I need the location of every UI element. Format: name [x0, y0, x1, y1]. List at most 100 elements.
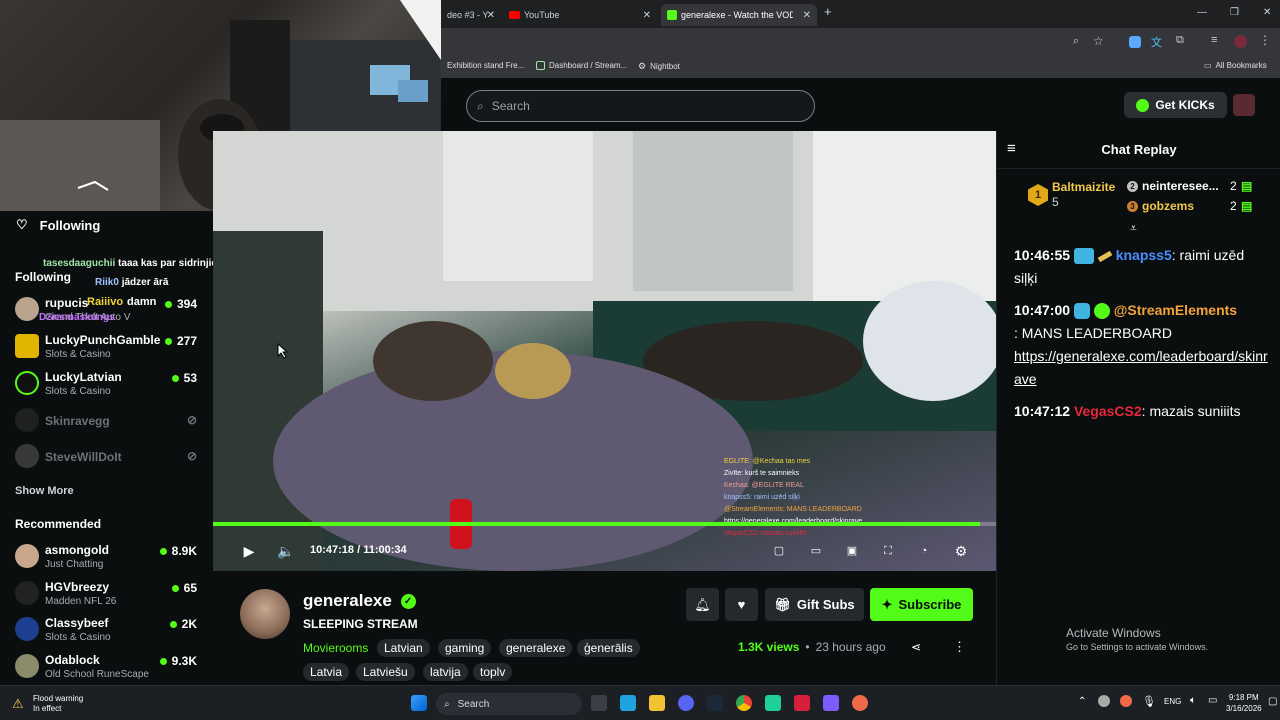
bookmark-nightbot[interactable]: ⚙ Nightbot — [638, 61, 680, 72]
tag-chip[interactable]: toplv — [473, 663, 513, 681]
chrome-icon[interactable] — [736, 695, 752, 711]
language-indicator[interactable]: ENG — [1164, 697, 1181, 706]
tag-chip[interactable]: generalexe — [499, 639, 573, 657]
sidebar-item-rupucis[interactable]: rupucis Raiiivo damn Grand Theft Auto V … — [15, 294, 205, 326]
tag-chip[interactable]: gaming — [438, 639, 492, 657]
taskbar-search[interactable]: ⌕ Search — [436, 693, 582, 715]
close-tab-icon[interactable]: ✕ — [487, 10, 495, 21]
bookmarks-bar: Exhibition stand Fre... Dashboard / Stre… — [441, 56, 1280, 78]
show-more-link[interactable]: Show More — [15, 485, 74, 497]
app-icon[interactable] — [794, 695, 810, 711]
tag-chip[interactable]: Latvian — [377, 639, 430, 657]
tag-chip[interactable]: latvija — [423, 663, 468, 681]
restore-icon[interactable]: ❐ — [1230, 7, 1239, 18]
volume-icon[interactable]: 🔈︎ — [1190, 695, 1196, 706]
more-options-icon[interactable]: ⋮ — [953, 639, 966, 655]
mic-icon[interactable]: 🎙︎ — [1142, 695, 1156, 708]
star-icon[interactable]: ☆ — [1093, 34, 1104, 48]
minimize-icon[interactable]: — — [1197, 7, 1207, 18]
tag-chip[interactable]: Latvia — [303, 663, 350, 681]
new-tab-button[interactable]: + — [824, 4, 832, 19]
tag-chip[interactable]: ģenerālis — [577, 639, 640, 657]
sidebar-item-stevewilldoit[interactable]: SteveWillDoIt ⊘ — [15, 441, 205, 473]
battery-icon[interactable]: ▭ — [1208, 695, 1217, 706]
sidebar-item-skinravegg[interactable]: Skinravegg ⊘ — [15, 405, 205, 437]
settings-gear-icon[interactable]: ⚙ — [953, 543, 969, 559]
tab-video3[interactable]: deo #3 - Y ✕ — [441, 4, 501, 26]
rank-badge-icon: 2 — [1127, 180, 1138, 192]
translate-icon[interactable]: 文 — [1151, 34, 1162, 50]
discord-icon[interactable] — [678, 695, 694, 711]
notification-bell-button[interactable]: 🔔︎ — [686, 588, 719, 621]
channel-name[interactable]: generalexe ✓ — [303, 591, 416, 611]
search-input[interactable]: ⌕ Search — [466, 90, 815, 122]
tag-chip[interactable]: Latviešu — [356, 663, 415, 681]
chat-link[interactable]: https://generalexe.com/leaderboard/skinr… — [1014, 348, 1268, 387]
kick-coin-icon — [1136, 98, 1150, 112]
clip-icon[interactable]: ▢ — [771, 543, 787, 559]
tray-icon[interactable] — [1120, 695, 1132, 707]
close-tab-icon[interactable]: ✕ — [803, 10, 811, 21]
chevron-up-icon[interactable]: ⌃ — [1078, 696, 1086, 707]
video-player[interactable]: EGLITE: @Kechaa tas mes Zivīte: kurš te … — [213, 131, 996, 571]
warning-icon: ⚠ — [12, 696, 24, 711]
sidebar-item-luckypunchgamble[interactable]: LuckyPunchGamble Slots & Casino 277 — [15, 331, 205, 363]
following-header[interactable]: ♡ Following — [16, 217, 100, 233]
sidebar-item-luckylatvian[interactable]: LuckyLatvian Slots & Casino 53 — [15, 368, 205, 400]
gift-subs-button[interactable]: 🎁︎ Gift Subs — [765, 588, 864, 621]
weather-widget[interactable]: Flood warning In effect — [33, 694, 83, 714]
category-link[interactable]: Movierooms — [303, 639, 368, 657]
app-icon[interactable] — [823, 695, 839, 711]
file-explorer-icon[interactable] — [649, 695, 665, 711]
profile-avatar[interactable] — [1234, 35, 1247, 48]
collapse-chat-icon[interactable]: ≡ — [1007, 140, 1016, 157]
volume-icon[interactable]: 🔈 — [277, 543, 294, 559]
theater-icon[interactable]: ▭ — [808, 543, 824, 559]
user-avatar[interactable] — [1233, 94, 1255, 116]
kick-favicon-icon — [667, 10, 677, 20]
verified-badge-icon: ✓ — [400, 594, 416, 610]
media-icon[interactable]: ≡ — [1211, 34, 1217, 46]
play-icon[interactable]: ▶ — [241, 543, 257, 559]
zoom-icon[interactable]: ⌕ — [1073, 35, 1079, 48]
sidebar: ♡ Following Following tasesdaaguchii taa… — [0, 211, 226, 685]
player-controls: ▶ 🔈 10:47:18 / 11:00:34 ▢ ▭ ▣ ⛶ ◔ ⚙ — [213, 531, 996, 571]
extension-icon[interactable] — [1129, 36, 1141, 48]
kebab-menu-icon[interactable]: ⋮ — [1259, 33, 1271, 47]
tab-generalexe[interactable]: generalexe - Watch the VOD o ✕ — [661, 4, 817, 26]
sidebar-item-asmongold[interactable]: asmongold Just Chatting 8.9K — [15, 541, 205, 573]
progress-bar[interactable] — [213, 522, 996, 526]
speed-icon[interactable]: ◔ — [916, 543, 932, 559]
puzzle-icon[interactable]: ⧉ — [1176, 34, 1184, 47]
pip-icon[interactable]: ▣ — [844, 543, 860, 559]
top-gifter-3[interactable]: 3 gobzems 2 ▤ — [1127, 199, 1252, 213]
follow-button[interactable]: ♥ — [725, 588, 758, 621]
tab-youtube[interactable]: YouTube ✕ — [503, 4, 657, 26]
close-tab-icon[interactable]: ✕ — [643, 10, 651, 21]
top-gifter-1[interactable]: 1 Baltmaizite 5 — [1028, 180, 1115, 210]
app-icon[interactable] — [765, 695, 781, 711]
windows-start-icon[interactable] — [411, 695, 427, 711]
share-icon[interactable]: ⋖ — [911, 640, 921, 654]
top-gifter-2[interactable]: 2 neinteresee... 2 ▤ — [1127, 179, 1252, 193]
fullscreen-icon[interactable]: ⛶ — [880, 543, 896, 559]
tray-icon[interactable] — [1098, 695, 1110, 707]
skype-icon[interactable] — [620, 695, 636, 711]
sidebar-item-odablock[interactable]: Odablock Old School RuneScape 9.3K — [15, 651, 205, 683]
task-view-icon[interactable] — [591, 695, 607, 711]
bookmark-dashboard[interactable]: Dashboard / Stream... — [536, 61, 627, 70]
address-bar[interactable]: ⌕ ☆ 文 ⧉ ≡ ⋮ — [441, 28, 1280, 56]
channel-avatar[interactable] — [240, 589, 290, 639]
steam-icon[interactable] — [707, 695, 723, 711]
bookmark-exhibition[interactable]: Exhibition stand Fre... — [447, 61, 524, 70]
subscribe-button[interactable]: ✦ Subscribe — [870, 588, 973, 621]
get-kicks-button[interactable]: Get KICKs — [1124, 92, 1227, 118]
taskbar-clock[interactable]: 9:18 PM 3/16/2026 — [1226, 692, 1262, 714]
sidebar-item-classybeef[interactable]: Classybeef Slots & Casino 2K — [15, 614, 205, 646]
close-window-icon[interactable]: ✕ — [1263, 7, 1271, 18]
notification-icon[interactable]: ▢ — [1268, 696, 1277, 707]
expand-gifters-icon[interactable]: ⩡ — [1130, 221, 1137, 236]
app-icon[interactable] — [852, 695, 868, 711]
sidebar-item-hgvbreezy[interactable]: HGVbreezy Madden NFL 26 65 — [15, 578, 205, 610]
all-bookmarks[interactable]: ▭ All Bookmarks — [1204, 61, 1267, 70]
